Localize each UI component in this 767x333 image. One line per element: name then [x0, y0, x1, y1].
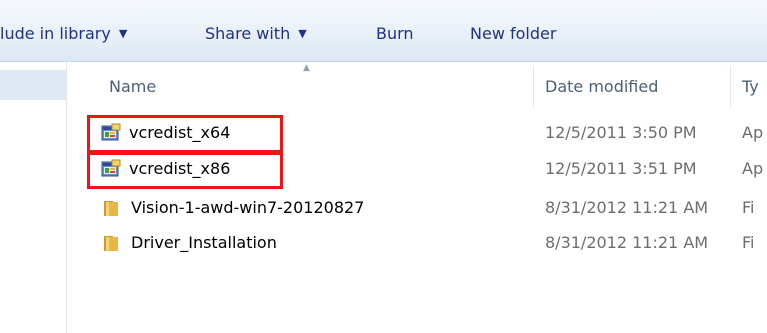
column-header-bar: ▲ Name Date modified Ty [67, 62, 767, 112]
new-folder-button[interactable]: New folder [470, 22, 556, 46]
file-row-driver-installation[interactable]: Driver_Installation 8/31/2012 11:21 AM F… [67, 228, 767, 258]
include-in-library-button[interactable]: lude in library ▼ [0, 22, 127, 46]
file-date: 8/31/2012 11:21 AM [545, 198, 709, 217]
column-header-type[interactable]: Ty [742, 76, 759, 98]
folder-icon [104, 201, 118, 216]
file-name: Driver_Installation [131, 233, 277, 252]
file-row-vision-folder[interactable]: Vision-1-awd-win7-20120827 8/31/2012 11:… [67, 193, 767, 223]
include-in-library-label: lude in library [0, 24, 111, 43]
burn-label: Burn [376, 24, 414, 43]
file-type: Ap [742, 159, 764, 178]
column-header-date-modified[interactable]: Date modified [545, 76, 658, 98]
column-header-name[interactable]: Name [109, 76, 156, 98]
sort-ascending-icon: ▲ [303, 63, 310, 73]
file-name: Vision-1-awd-win7-20120827 [131, 198, 365, 217]
file-date: 8/31/2012 11:21 AM [545, 233, 709, 252]
share-with-label: Share with [205, 24, 291, 43]
file-date: 12/5/2011 3:51 PM [545, 159, 697, 178]
burn-button[interactable]: Burn [376, 22, 414, 46]
chevron-down-icon: ▼ [118, 27, 128, 40]
file-date: 12/5/2011 3:50 PM [545, 123, 697, 142]
highlight-box-vcredist-x86 [87, 152, 283, 189]
chevron-down-icon: ▼ [298, 27, 307, 40]
file-type: Fi [742, 198, 755, 217]
highlight-box-vcredist-x64 [87, 115, 283, 153]
navigation-pane-selected-item[interactable] [0, 70, 66, 100]
command-bar: lude in library ▼ Share with ▼ Burn New fo… [0, 0, 767, 62]
share-with-button[interactable]: Share with ▼ [205, 22, 307, 46]
column-divider[interactable] [533, 66, 534, 108]
column-divider[interactable] [730, 66, 731, 108]
folder-icon [104, 236, 118, 251]
file-type: Fi [742, 233, 755, 252]
new-folder-label: New folder [470, 24, 557, 43]
navigation-pane[interactable] [0, 62, 67, 333]
file-type: Ap [742, 123, 764, 142]
